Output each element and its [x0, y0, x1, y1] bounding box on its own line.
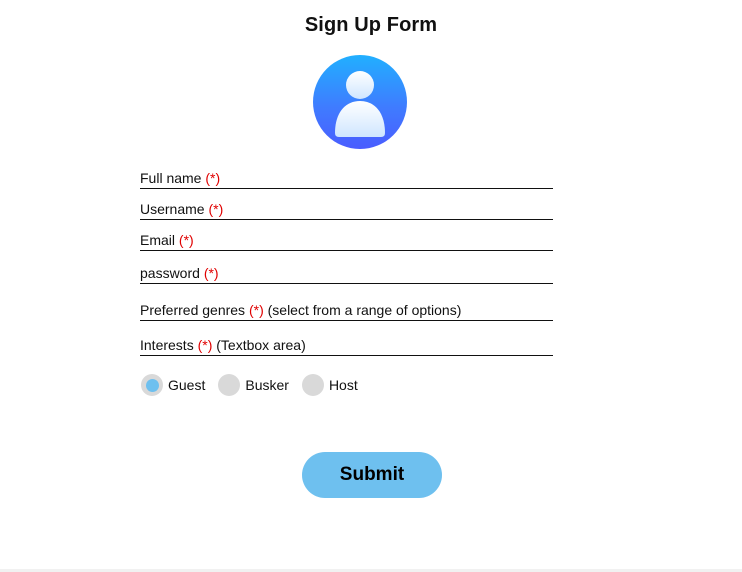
interests-label: Interests	[140, 337, 194, 353]
role-radio-group: Guest Busker Host	[141, 373, 371, 397]
interests-field[interactable]: Interests (*) (Textbox area)	[140, 337, 553, 356]
role-option-guest[interactable]: Guest	[141, 374, 205, 396]
full-name-label: Full name	[140, 170, 202, 186]
required-marker: (*)	[205, 170, 221, 186]
email-field[interactable]: Email (*)	[140, 232, 553, 251]
role-option-busker[interactable]: Busker	[218, 374, 289, 396]
preferred-genres-hint: (select from a range of options)	[267, 302, 462, 318]
password-field[interactable]: password (*)	[140, 265, 553, 284]
page-title: Sign Up Form	[304, 14, 438, 36]
radio-button-selected[interactable]	[141, 374, 163, 396]
full-name-field[interactable]: Full name (*)	[140, 170, 553, 189]
preferred-genres-field[interactable]: Preferred genres (*) (select from a rang…	[140, 302, 553, 321]
role-label-guest: Guest	[168, 377, 206, 393]
required-marker: (*)	[197, 337, 213, 353]
username-field[interactable]: Username (*)	[140, 201, 553, 220]
preferred-genres-label: Preferred genres	[140, 302, 246, 318]
role-option-host[interactable]: Host	[301, 374, 358, 396]
radio-button[interactable]	[301, 374, 324, 396]
required-marker: (*)	[208, 201, 224, 217]
submit-button[interactable]: Submit	[302, 452, 442, 498]
password-label: password	[140, 265, 200, 281]
required-marker: (*)	[178, 232, 194, 248]
interests-hint: (Textbox area)	[216, 337, 306, 353]
radio-dot	[145, 378, 159, 392]
required-marker: (*)	[203, 265, 219, 281]
role-label-busker: Busker	[245, 377, 289, 393]
required-marker: (*)	[248, 302, 264, 318]
radio-button[interactable]	[218, 374, 241, 396]
email-label: Email	[140, 232, 176, 248]
user-avatar-icon	[313, 55, 407, 149]
username-label: Username	[140, 201, 205, 217]
role-label-host: Host	[328, 377, 358, 393]
